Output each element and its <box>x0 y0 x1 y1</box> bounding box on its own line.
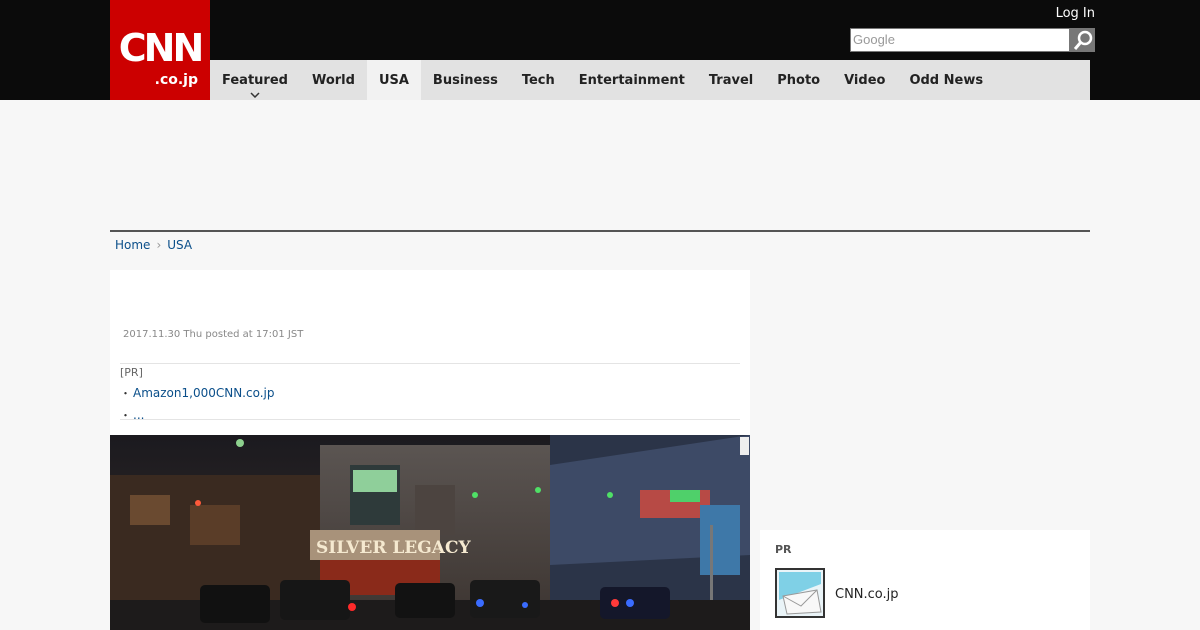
pr-link-amazon[interactable]: Amazon1,000CNN.co.jp <box>133 386 275 400</box>
nav-item-odd-news[interactable]: Odd News <box>897 60 995 100</box>
login-link[interactable]: Log In <box>1056 6 1095 21</box>
logo-main-text: CNN <box>118 26 205 70</box>
search-icon <box>1073 30 1093 50</box>
envelope-icon <box>777 570 823 616</box>
search-input[interactable]: Google <box>850 28 1070 52</box>
article-date: 2017.11.30 Thu posted at 17:01 JST <box>123 329 304 340</box>
logo-sub-text: .co.jp <box>154 72 198 88</box>
nav-item-travel[interactable]: Travel <box>697 60 765 100</box>
sidebar-pr-link[interactable]: CNN.co.jp <box>835 587 899 602</box>
chevron-down-icon <box>250 92 260 98</box>
nav-item-tech[interactable]: Tech <box>510 60 567 100</box>
nav-item-label: USA <box>378 72 409 88</box>
nav-item-label: Odd News <box>909 72 984 88</box>
search-button[interactable] <box>1070 28 1095 52</box>
nav-item-label: World <box>311 72 355 88</box>
nav-item-usa[interactable]: USA <box>366 60 421 100</box>
nav-item-label: Entertainment <box>578 72 685 88</box>
article-card: 2017.11.30 Thu posted at 17:01 JST [PR] … <box>110 270 750 630</box>
nav-item-entertainment[interactable]: Entertainment <box>567 60 697 100</box>
breadcrumb-home[interactable]: Home <box>115 238 150 252</box>
list-item: ... <box>120 404 275 426</box>
nav-item-label: Video <box>844 72 886 88</box>
nav-item-world[interactable]: World <box>300 60 367 100</box>
nav-item-video[interactable]: Video <box>832 60 897 100</box>
nav-item-label: Tech <box>521 72 555 88</box>
nav-item-label: Business <box>432 72 498 88</box>
pr-links-box: [PR] Amazon1,000CNN.co.jp ... <box>120 363 740 422</box>
pr-link-more[interactable]: ... <box>133 408 144 422</box>
sidebar-pr-box: PR CNN.co.jp <box>760 530 1090 630</box>
nav-item-photo[interactable]: Photo <box>765 60 832 100</box>
breadcrumb-usa[interactable]: USA <box>167 238 192 252</box>
nav-item-label: Photo <box>777 72 821 88</box>
nav-item-label: Travel <box>708 72 754 88</box>
main-nav: Featured World USA Business Tech Enterta… <box>210 60 1090 100</box>
list-item: Amazon1,000CNN.co.jp <box>120 382 275 404</box>
cnn-logo[interactable]: CNN .co.jp <box>110 0 210 100</box>
article-photo[interactable]: SILVER LEGACY <box>110 435 750 630</box>
ad-banner-area <box>110 100 1090 230</box>
sidebar-pr-label: PR <box>775 543 792 556</box>
breadcrumb: Home › USA <box>115 238 192 252</box>
nav-item-featured[interactable]: Featured <box>210 60 300 100</box>
pr-label: [PR] <box>120 366 143 379</box>
nav-item-label: Featured <box>222 72 288 88</box>
pr-link-list: Amazon1,000CNN.co.jp ... <box>120 382 275 426</box>
section-divider <box>110 230 1090 232</box>
casino-street-night-photo: SILVER LEGACY <box>110 435 750 630</box>
pr-thumbnail[interactable] <box>775 568 825 618</box>
nav-item-business[interactable]: Business <box>421 60 510 100</box>
photo-sign-text: SILVER LEGACY <box>316 538 472 558</box>
chevron-right-icon: › <box>156 238 162 252</box>
